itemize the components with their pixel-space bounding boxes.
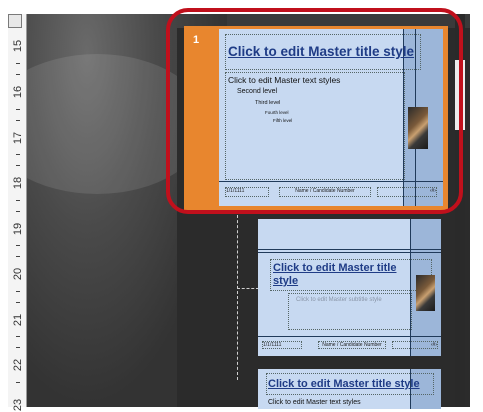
ruler-mark: 16 xyxy=(12,85,24,99)
portrait-image xyxy=(416,275,435,311)
ruler-mark: 19 xyxy=(12,222,24,236)
title-content-layout-thumbnail[interactable]: Click to edit Master title style Click t… xyxy=(258,369,441,409)
date-placeholder[interactable]: 1/1/1111 xyxy=(262,341,302,349)
layout-connector-line xyxy=(237,288,259,289)
footer-date: 1/1/1111 xyxy=(263,342,282,348)
vertical-ruler: 15 16 17 18 19 20 21 22 23 xyxy=(8,14,27,411)
highlight-annotation xyxy=(166,8,463,214)
footer-page: ‹#› xyxy=(430,342,437,348)
slide-number-placeholder[interactable]: ‹#› xyxy=(392,341,438,349)
ruler-mark: 23 xyxy=(12,398,24,412)
footer-text: Name / Candidate Number xyxy=(322,342,382,348)
layout-connector-line xyxy=(237,210,238,380)
body-level-1: Click to edit Master text styles xyxy=(268,399,361,406)
layout-title-line2: style xyxy=(273,275,299,287)
subtitle-text: Click to edit Master subtitle style xyxy=(296,297,382,303)
ruler-mark: 22 xyxy=(12,358,24,372)
ruler-mark: 17 xyxy=(12,131,24,145)
slide-master-view: 15 16 17 18 19 20 21 22 23 1 Click to ed… xyxy=(0,0,483,411)
ruler-mark: 15 xyxy=(12,39,24,53)
title-slide-layout-thumbnail[interactable]: Click to edit Master title style Click t… xyxy=(258,219,441,356)
window-edge xyxy=(470,0,483,407)
footer-placeholder[interactable]: Name / Candidate Number xyxy=(318,341,386,349)
layout-title-line1: Click to edit Master title xyxy=(273,262,397,274)
ruler-corner-box[interactable] xyxy=(8,14,22,28)
ruler-mark: 18 xyxy=(12,176,24,190)
ruler-mark: 21 xyxy=(12,313,24,327)
layout-title: Click to edit Master title style xyxy=(268,378,420,390)
ruler-mark: 20 xyxy=(12,267,24,281)
